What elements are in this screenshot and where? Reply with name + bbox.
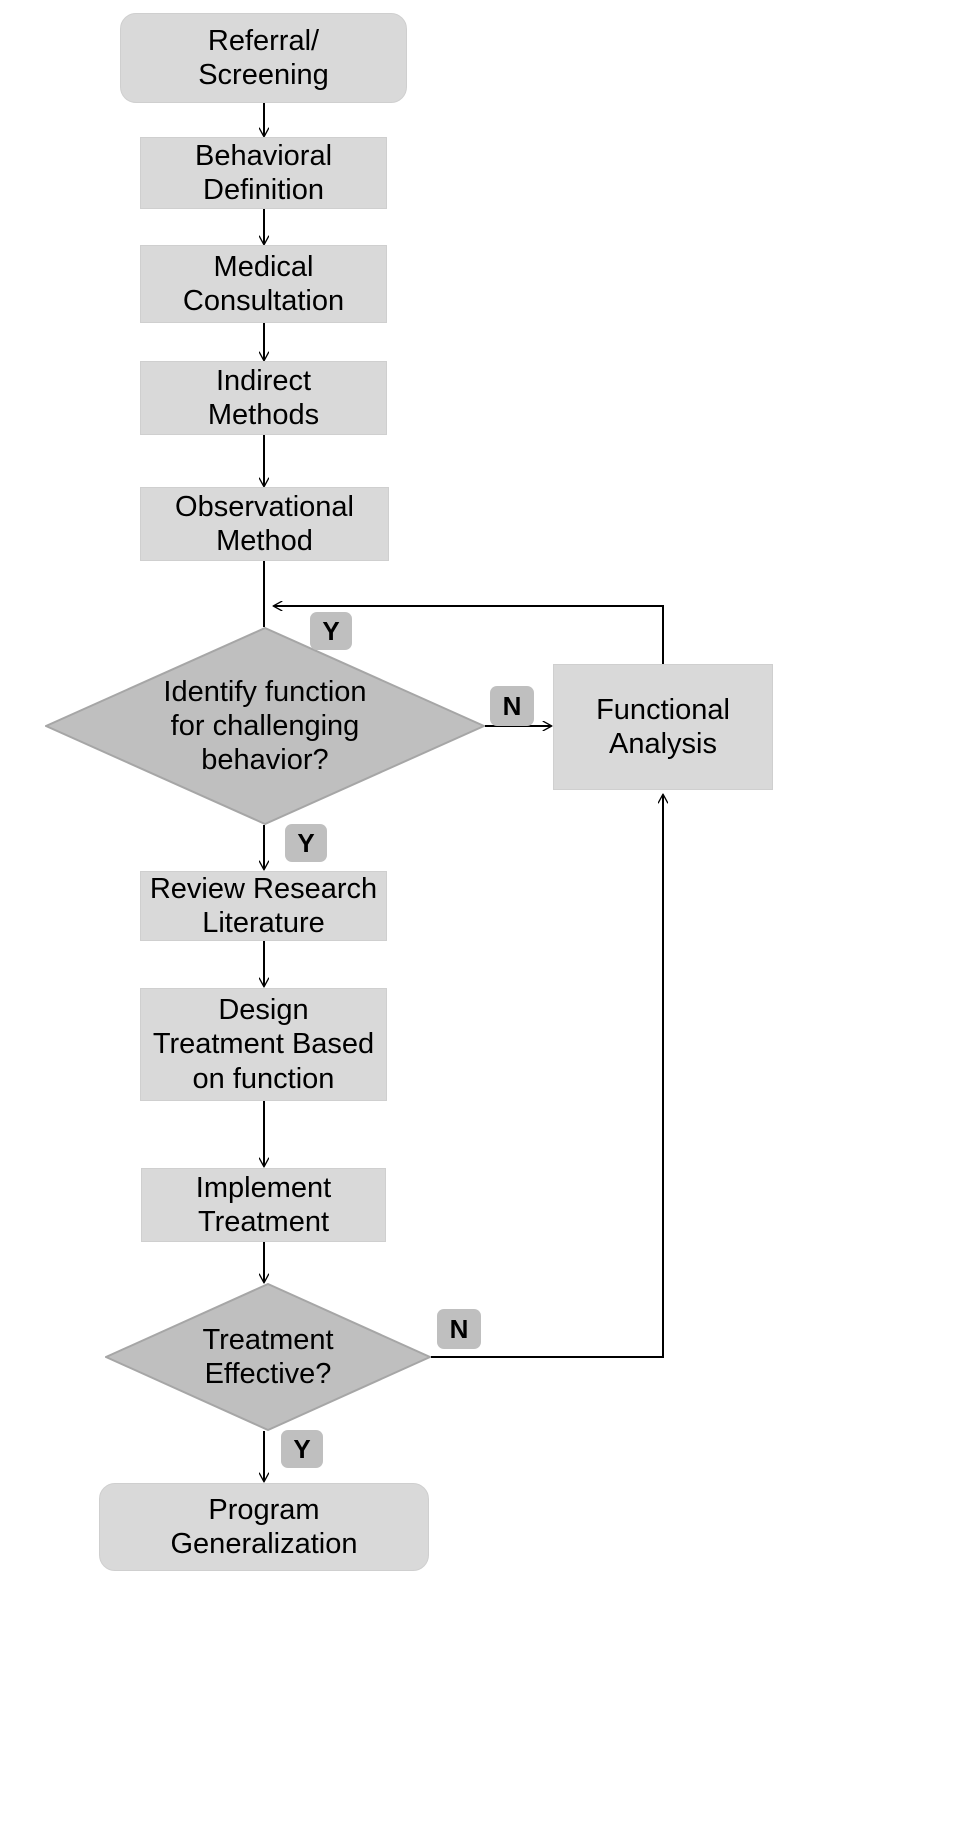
edge-label-yes-effective: Y — [281, 1430, 323, 1468]
node-program-generalization[interactable]: Program Generalization — [99, 1483, 429, 1571]
edge-label-yes-loop-top: Y — [310, 612, 352, 650]
edge-label-no-effective: N — [437, 1309, 481, 1349]
node-functional-analysis[interactable]: Functional Analysis — [553, 664, 773, 790]
node-review-research-literature[interactable]: Review Research Literature — [140, 871, 387, 941]
edge-label-yes-identify: Y — [285, 824, 327, 862]
node-observational-method[interactable]: Observational Method — [140, 487, 389, 561]
node-identify-function-decision[interactable]: Identify function for challenging behavi… — [45, 627, 485, 825]
node-indirect-methods[interactable]: Indirect Methods — [140, 361, 387, 435]
node-behavioral-definition[interactable]: Behavioral Definition — [140, 137, 387, 209]
node-medical-consultation[interactable]: Medical Consultation — [140, 245, 387, 323]
edge-effective-no-to-funcanalysis — [431, 795, 663, 1358]
node-identify-function-label: Identify function for challenging behavi… — [163, 675, 367, 777]
node-implement-treatment[interactable]: Implement Treatment — [141, 1168, 386, 1242]
node-referral-screening[interactable]: Referral/ Screening — [120, 13, 407, 103]
node-design-treatment[interactable]: Design Treatment Based on function — [140, 988, 387, 1101]
edge-label-no-identify: N — [490, 686, 534, 726]
flowchart-canvas: Referral/ Screening Behavioral Definitio… — [0, 0, 959, 1842]
node-treatment-effective-label: Treatment Effective? — [202, 1323, 334, 1390]
node-treatment-effective-decision[interactable]: Treatment Effective? — [105, 1283, 431, 1431]
